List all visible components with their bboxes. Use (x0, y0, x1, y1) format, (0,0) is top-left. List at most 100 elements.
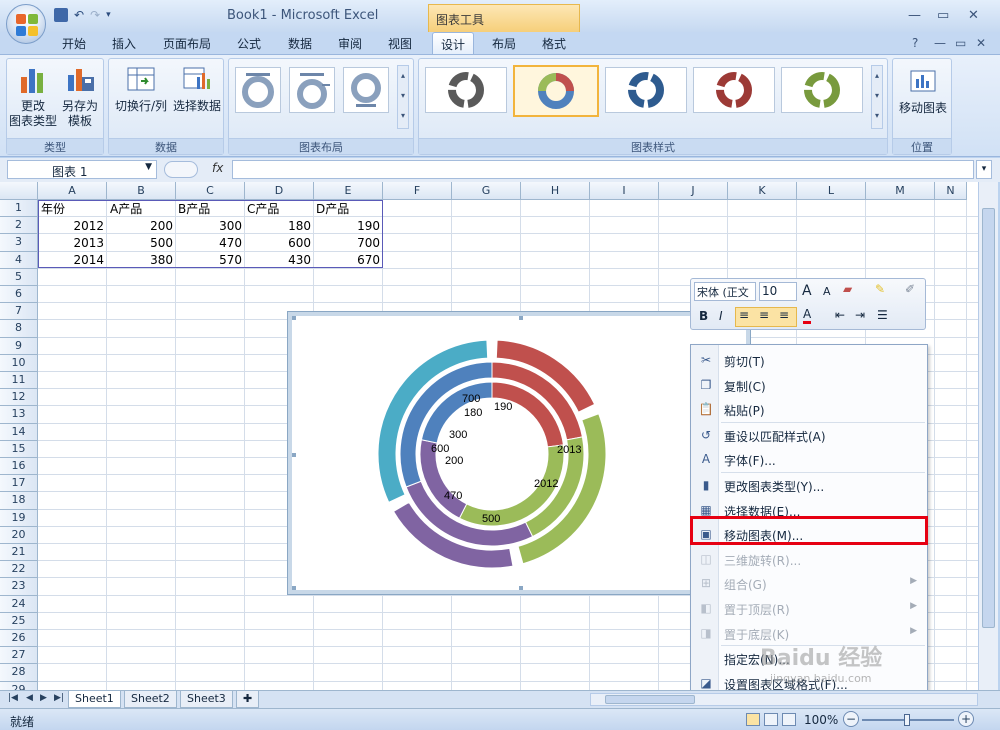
cell-e3[interactable]: 700 (314, 235, 380, 252)
layout-option-3[interactable] (343, 67, 389, 113)
font-color-button[interactable]: A (803, 307, 812, 324)
sheet-tab-sheet3[interactable]: Sheet3 (180, 691, 233, 708)
cell-a2[interactable]: 2012 (38, 218, 104, 235)
row-header-20[interactable]: 20 (0, 526, 38, 544)
row-header-14[interactable]: 14 (0, 423, 38, 441)
style-option-4[interactable] (693, 67, 775, 113)
maximize-icon[interactable]: ▭ (937, 8, 949, 23)
row-header-6[interactable]: 6 (0, 286, 38, 304)
change-chart-type-button[interactable]: 更改 图表类型 (9, 63, 57, 129)
font-name-dropdown[interactable]: 宋体 (正文 (694, 282, 756, 301)
ribbon-close-icon[interactable]: ✕ (976, 36, 986, 50)
style-option-3[interactable] (605, 67, 687, 113)
page-break-view-icon[interactable] (782, 713, 796, 726)
horizontal-scrollbar[interactable] (590, 693, 978, 706)
sheet-tab-sheet2[interactable]: Sheet2 (124, 691, 177, 708)
align-right-icon[interactable]: ≡ (779, 308, 789, 322)
redo-icon[interactable]: ↷ (90, 8, 100, 22)
column-header-e[interactable]: E (314, 182, 383, 200)
chart-resize-handle[interactable] (519, 586, 523, 590)
zoom-level[interactable]: 100% (804, 713, 838, 727)
style-option-2[interactable] (513, 65, 599, 117)
column-header-j[interactable]: J (659, 182, 728, 200)
row-header-27[interactable]: 27 (0, 647, 38, 665)
sheet-tab-sheet1[interactable]: Sheet1 (68, 691, 121, 708)
menu-item-chart-type[interactable]: ▮ 更改图表类型(Y)... (693, 474, 925, 496)
prev-sheet-icon[interactable]: ◀ (26, 693, 33, 703)
italic-button[interactable]: I (719, 309, 723, 323)
zoom-in-button[interactable]: + (958, 711, 974, 727)
row-header-1[interactable]: 1 (0, 200, 38, 218)
column-header-g[interactable]: G (452, 182, 521, 200)
cell-b1[interactable]: A产品 (110, 201, 142, 218)
select-data-button[interactable]: 选择数据 (171, 63, 223, 114)
cell-c2[interactable]: 300 (176, 218, 242, 235)
insert-function-button[interactable]: fx (212, 161, 223, 175)
select-all-corner[interactable] (0, 182, 38, 200)
column-header-d[interactable]: D (245, 182, 314, 200)
row-header-5[interactable]: 5 (0, 268, 38, 286)
row-header-11[interactable]: 11 (0, 372, 38, 390)
cell-a3[interactable]: 2013 (38, 235, 104, 252)
tab-chart-layout[interactable]: 布局 (492, 35, 516, 52)
last-sheet-icon[interactable]: ▶| (54, 693, 64, 703)
cell-c4[interactable]: 570 (176, 252, 242, 269)
cell-b2[interactable]: 200 (107, 218, 173, 235)
page-layout-view-icon[interactable] (764, 713, 778, 726)
bullets-icon[interactable]: ☰ (877, 308, 888, 322)
zoom-slider[interactable] (862, 714, 954, 726)
row-header-17[interactable]: 17 (0, 475, 38, 493)
menu-item-scissors[interactable]: ✂ 剪切(T) (693, 349, 925, 371)
tab-formulas[interactable]: 公式 (237, 35, 261, 52)
cell-d1[interactable]: C产品 (247, 201, 279, 218)
expand-formula-bar-icon[interactable]: ▾ (976, 160, 992, 179)
menu-item-reset-style[interactable]: ↺ 重设以匹配样式(A) (693, 424, 925, 446)
column-header-l[interactable]: L (797, 182, 866, 200)
save-as-template-button[interactable]: 另存为 模板 (57, 63, 103, 129)
vertical-scroll-thumb[interactable] (982, 208, 995, 628)
doughnut-chart[interactable]: 700 180 190 300 600 200 470 500 2013 2012 (287, 311, 751, 595)
tab-review[interactable]: 审阅 (338, 35, 362, 52)
row-header-22[interactable]: 22 (0, 561, 38, 579)
align-left-icon[interactable]: ≡ (739, 308, 749, 322)
horizontal-scroll-thumb[interactable] (605, 695, 695, 704)
cell-b3[interactable]: 500 (107, 235, 173, 252)
row-header-19[interactable]: 19 (0, 509, 38, 527)
row-header-13[interactable]: 13 (0, 406, 38, 424)
cell-e2[interactable]: 190 (314, 218, 380, 235)
row-header-12[interactable]: 12 (0, 389, 38, 407)
row-header-29[interactable]: 29 (0, 681, 38, 690)
row-header-2[interactable]: 2 (0, 217, 38, 235)
normal-view-icon[interactable] (746, 713, 760, 726)
cell-e4[interactable]: 670 (314, 252, 380, 269)
cell-d2[interactable]: 180 (245, 218, 311, 235)
cell-a1[interactable]: 年份 (41, 201, 65, 218)
grow-font-button[interactable]: A (802, 283, 812, 299)
ribbon-minimize-icon[interactable]: — (934, 36, 946, 50)
cell-c3[interactable]: 470 (176, 235, 242, 252)
column-header-c[interactable]: C (176, 182, 245, 200)
tab-home[interactable]: 开始 (62, 35, 86, 52)
chart-resize-handle[interactable] (519, 316, 523, 320)
row-header-8[interactable]: 8 (0, 320, 38, 338)
column-header-a[interactable]: A (38, 182, 107, 200)
layout-option-2[interactable] (289, 67, 335, 113)
insert-sheet-icon[interactable]: ✚ (236, 691, 260, 708)
tab-view[interactable]: 视图 (388, 35, 412, 52)
cell-a4[interactable]: 2014 (38, 252, 104, 269)
row-header-28[interactable]: 28 (0, 664, 38, 682)
column-header-k[interactable]: K (728, 182, 797, 200)
row-header-23[interactable]: 23 (0, 578, 38, 596)
fill-color-icon[interactable]: ▰ (843, 282, 852, 296)
zoom-out-button[interactable]: − (843, 711, 859, 727)
bold-button[interactable]: B (699, 309, 708, 323)
cell-d4[interactable]: 430 (245, 252, 311, 269)
tab-data[interactable]: 数据 (288, 35, 312, 52)
name-box-dropdown-icon[interactable]: ▼ (145, 162, 152, 172)
row-header-26[interactable]: 26 (0, 630, 38, 648)
font-size-dropdown[interactable]: 10 (759, 282, 797, 301)
row-header-10[interactable]: 10 (0, 354, 38, 372)
help-icon[interactable]: ? (912, 36, 918, 50)
style-option-5[interactable] (781, 67, 863, 113)
switch-row-col-button[interactable]: 切换行/列 (113, 63, 169, 114)
